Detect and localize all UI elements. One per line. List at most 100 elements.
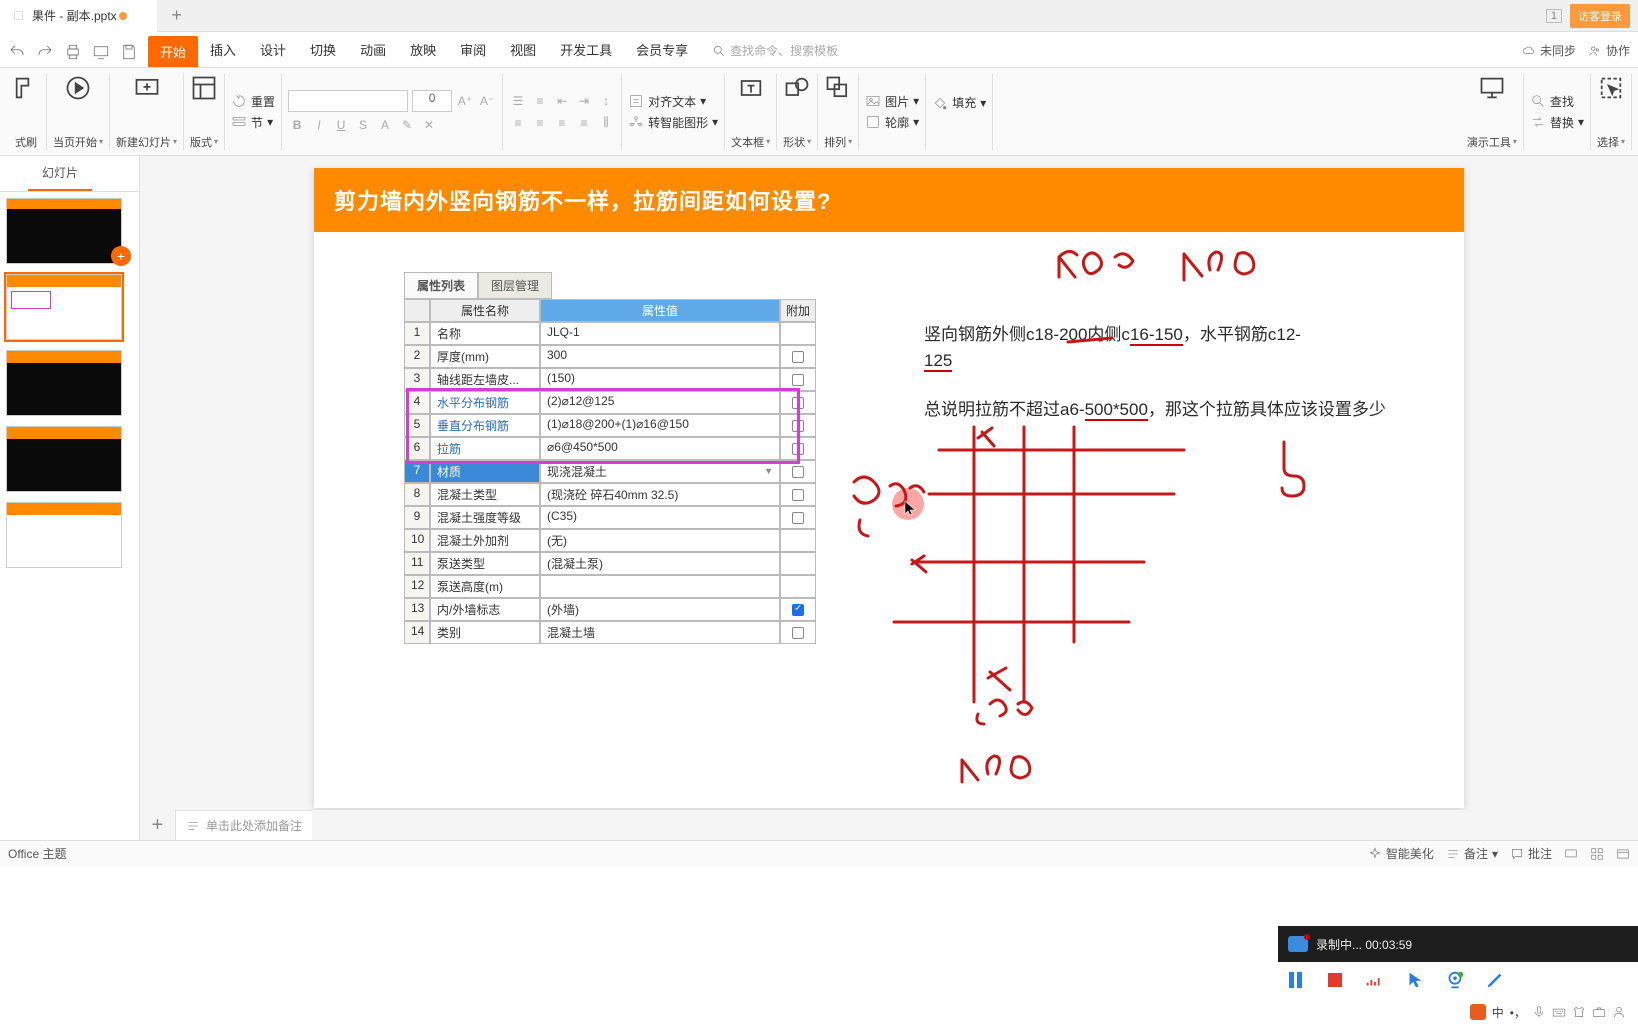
fill-button[interactable]: 填充▾ bbox=[932, 94, 986, 111]
add-slide-button[interactable]: + bbox=[111, 246, 131, 266]
preview-icon[interactable] bbox=[92, 43, 110, 61]
slide-thumb[interactable] bbox=[6, 350, 133, 416]
comments-button[interactable]: 批注 bbox=[1510, 845, 1552, 862]
prop-extra-check[interactable] bbox=[780, 483, 816, 506]
pen-tool-button[interactable] bbox=[1484, 969, 1506, 991]
numbering-button[interactable]: ≡ bbox=[531, 92, 549, 110]
present-tools-button[interactable]: 演示工具▾ bbox=[1461, 74, 1524, 150]
shrink-font-button[interactable]: A⁻ bbox=[478, 92, 496, 110]
guest-login-button[interactable]: 访客登录 bbox=[1570, 4, 1630, 28]
add-slide-bottom-button[interactable]: + bbox=[140, 810, 176, 840]
prop-value[interactable]: (混凝土泵) bbox=[540, 552, 780, 575]
bullets-button[interactable]: ☰ bbox=[509, 92, 527, 110]
select-button[interactable]: 选择▾ bbox=[1591, 74, 1632, 150]
bold-button[interactable]: B bbox=[288, 116, 306, 134]
slides-tab[interactable]: 幻灯片 bbox=[28, 156, 92, 191]
slide-thumb[interactable] bbox=[6, 274, 133, 340]
normal-view-icon[interactable] bbox=[1564, 847, 1578, 861]
font-size-select[interactable]: 0 bbox=[412, 90, 452, 112]
pause-button[interactable] bbox=[1284, 969, 1306, 991]
font-family-select[interactable] bbox=[288, 90, 408, 112]
shape-button[interactable]: 形状▾ bbox=[777, 74, 818, 150]
mic-icon[interactable] bbox=[1532, 1005, 1546, 1019]
tab-devtools[interactable]: 开发工具 bbox=[548, 34, 624, 67]
prop-value[interactable]: (2)⌀12@125 bbox=[540, 391, 780, 414]
prop-extra-check[interactable] bbox=[780, 506, 816, 529]
redo-icon[interactable] bbox=[36, 43, 54, 61]
undo-icon[interactable] bbox=[8, 43, 26, 61]
beautify-button[interactable]: 智能美化 bbox=[1368, 845, 1434, 862]
prop-value[interactable]: (现浇砼 碎石40mm 32.5) bbox=[540, 483, 780, 506]
tab-start[interactable]: 开始 bbox=[148, 36, 198, 67]
slide-canvas[interactable]: 剪力墙内外竖向钢筋不一样，拉筋间距如何设置? 属性列表 图层管理 属性名称 属性… bbox=[314, 168, 1464, 808]
prop-value[interactable]: (1)⌀18@200+(1)⌀16@150 bbox=[540, 414, 780, 437]
prop-value[interactable]: (150) bbox=[540, 368, 780, 391]
prop-extra-check[interactable] bbox=[780, 322, 816, 345]
grow-font-button[interactable]: A⁺ bbox=[456, 92, 474, 110]
section-button[interactable]: 节▾ bbox=[231, 114, 275, 131]
prop-tab-layers[interactable]: 图层管理 bbox=[478, 272, 552, 299]
prop-value[interactable]: (外墙) bbox=[540, 598, 780, 621]
notes-toggle[interactable]: 备注▾ bbox=[1446, 845, 1498, 862]
align-center-button[interactable]: ≡ bbox=[531, 114, 549, 132]
stop-button[interactable] bbox=[1324, 969, 1346, 991]
slide-thumb[interactable] bbox=[6, 502, 133, 568]
new-tab-button[interactable]: + bbox=[165, 4, 189, 28]
person-icon[interactable] bbox=[1612, 1005, 1626, 1019]
prop-value[interactable]: (C35) bbox=[540, 506, 780, 529]
collab-button[interactable]: 协作 bbox=[1588, 42, 1630, 59]
tab-vip[interactable]: 会员专享 bbox=[624, 34, 700, 67]
prop-extra-check[interactable] bbox=[780, 598, 816, 621]
tab-view[interactable]: 视图 bbox=[498, 34, 548, 67]
prop-extra-check[interactable] bbox=[780, 621, 816, 644]
prop-tab-list[interactable]: 属性列表 bbox=[404, 272, 478, 299]
window-count-badge[interactable]: 1 bbox=[1546, 9, 1562, 23]
toolbox-icon[interactable] bbox=[1592, 1005, 1606, 1019]
ime-lang[interactable]: 中 bbox=[1492, 1004, 1504, 1021]
document-tab[interactable]: 果件 - 副本.pptx bbox=[0, 0, 157, 32]
clear-format-button[interactable]: ✕ bbox=[420, 116, 438, 134]
prop-extra-check[interactable] bbox=[780, 460, 816, 483]
prop-extra-check[interactable] bbox=[780, 345, 816, 368]
align-right-button[interactable]: ≡ bbox=[553, 114, 571, 132]
slide-thumb[interactable]: + bbox=[6, 198, 133, 264]
tab-transition[interactable]: 切换 bbox=[298, 34, 348, 67]
indent-right-button[interactable]: ⇥ bbox=[575, 92, 593, 110]
command-search[interactable]: 查找命令、搜索模板 bbox=[712, 42, 838, 67]
find-button[interactable]: 查找 bbox=[1530, 93, 1584, 110]
ime-punct[interactable]: •， bbox=[1510, 1004, 1526, 1021]
format-painter-button[interactable]: 式刷 bbox=[6, 74, 47, 150]
ime-bar[interactable]: 中 •， bbox=[1470, 1000, 1626, 1024]
indent-left-button[interactable]: ⇤ bbox=[553, 92, 571, 110]
sorter-view-icon[interactable] bbox=[1590, 847, 1604, 861]
textbox-button[interactable]: 文本框▾ bbox=[725, 74, 777, 150]
prop-extra-check[interactable] bbox=[780, 529, 816, 552]
arrange-button[interactable]: 排列▾ bbox=[818, 74, 859, 150]
new-slide-button[interactable]: 新建幻灯片▾ bbox=[110, 74, 184, 150]
save-icon[interactable] bbox=[120, 43, 138, 61]
prop-extra-check[interactable] bbox=[780, 575, 816, 598]
prop-value[interactable]: 300 bbox=[540, 345, 780, 368]
line-spacing-button[interactable]: ↕ bbox=[597, 92, 615, 110]
print-icon[interactable] bbox=[64, 43, 82, 61]
tab-animation[interactable]: 动画 bbox=[348, 34, 398, 67]
replace-button[interactable]: 替换▾ bbox=[1530, 114, 1584, 131]
underline-button[interactable]: U bbox=[332, 116, 350, 134]
tab-design[interactable]: 设计 bbox=[248, 34, 298, 67]
columns-button[interactable]: ⫼ bbox=[597, 114, 615, 132]
prop-extra-check[interactable] bbox=[780, 391, 816, 414]
skin-icon[interactable] bbox=[1572, 1005, 1586, 1019]
prop-extra-check[interactable] bbox=[780, 368, 816, 391]
prop-value[interactable]: 混凝土墙 bbox=[540, 621, 780, 644]
image-button[interactable]: 图片▾ bbox=[865, 93, 919, 110]
strike-button[interactable]: S bbox=[354, 116, 372, 134]
notes-bar[interactable]: 单击此处添加备注 bbox=[176, 810, 312, 840]
font-color-button[interactable]: A bbox=[376, 116, 394, 134]
tab-slideshow[interactable]: 放映 bbox=[398, 34, 448, 67]
keyboard-icon[interactable] bbox=[1552, 1005, 1566, 1019]
cursor-tool-button[interactable] bbox=[1404, 969, 1426, 991]
align-left-button[interactable]: ≡ bbox=[509, 114, 527, 132]
highlight-button[interactable]: ✎ bbox=[398, 116, 416, 134]
prop-extra-check[interactable] bbox=[780, 552, 816, 575]
from-current-button[interactable]: 当页开始▾ bbox=[47, 74, 110, 150]
